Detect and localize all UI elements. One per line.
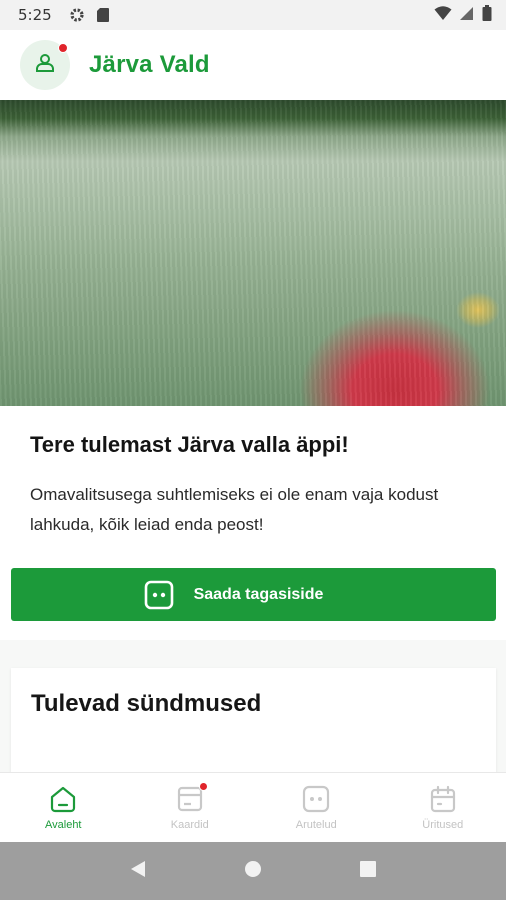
nav-cards-badge xyxy=(198,782,208,791)
chat-icon xyxy=(144,580,174,610)
signal-icon xyxy=(460,5,474,25)
nav-events-label: Üritused xyxy=(422,819,464,831)
nav-cards[interactable]: Kaardid xyxy=(127,773,254,842)
nav-discussions-label: Arutelud xyxy=(295,819,337,831)
chat-icon xyxy=(301,784,331,814)
nav-discussions[interactable]: Arutelud xyxy=(253,773,380,842)
back-icon[interactable] xyxy=(128,859,148,884)
profile-button[interactable] xyxy=(20,40,70,90)
battery-icon xyxy=(482,5,492,25)
nav-home-label: Avaleht xyxy=(45,819,82,831)
nav-events[interactable]: Üritused xyxy=(380,773,506,842)
welcome-text: Omavalitsusega suhtlemiseks ei ole enam … xyxy=(30,485,439,534)
recents-icon[interactable] xyxy=(358,859,378,884)
welcome-title: Tere tulemast Järva valla äppi! xyxy=(30,432,349,457)
feedback-label: Saada tagasiside xyxy=(193,585,324,603)
settings-icon xyxy=(68,6,86,24)
card-icon xyxy=(175,782,208,814)
status-bar: 5:25 xyxy=(0,0,506,30)
sd-card-icon xyxy=(94,6,112,24)
wifi-icon xyxy=(434,5,452,25)
system-navigation xyxy=(0,842,506,900)
calendar-icon xyxy=(428,784,458,814)
app-header: Järva Vald xyxy=(0,30,506,100)
user-icon xyxy=(33,51,57,80)
screen: 5:25 Järva Vald Tere tulemast Järva vall… xyxy=(0,0,506,900)
app-title: Järva Vald xyxy=(89,51,210,78)
notification-badge xyxy=(58,43,68,53)
events-title: Tulevad sündmused xyxy=(31,690,262,717)
bottom-navigation: Avaleht Kaardid Arutelud Üritused xyxy=(0,772,506,842)
status-time: 5:25 xyxy=(18,6,52,24)
home-circle-icon[interactable] xyxy=(243,859,263,884)
feedback-button[interactable]: Saada tagasiside xyxy=(11,568,496,621)
nav-cards-label: Kaardid xyxy=(170,819,209,831)
nav-home[interactable]: Avaleht xyxy=(0,773,127,842)
hero-image xyxy=(0,100,506,406)
home-icon xyxy=(48,784,78,814)
